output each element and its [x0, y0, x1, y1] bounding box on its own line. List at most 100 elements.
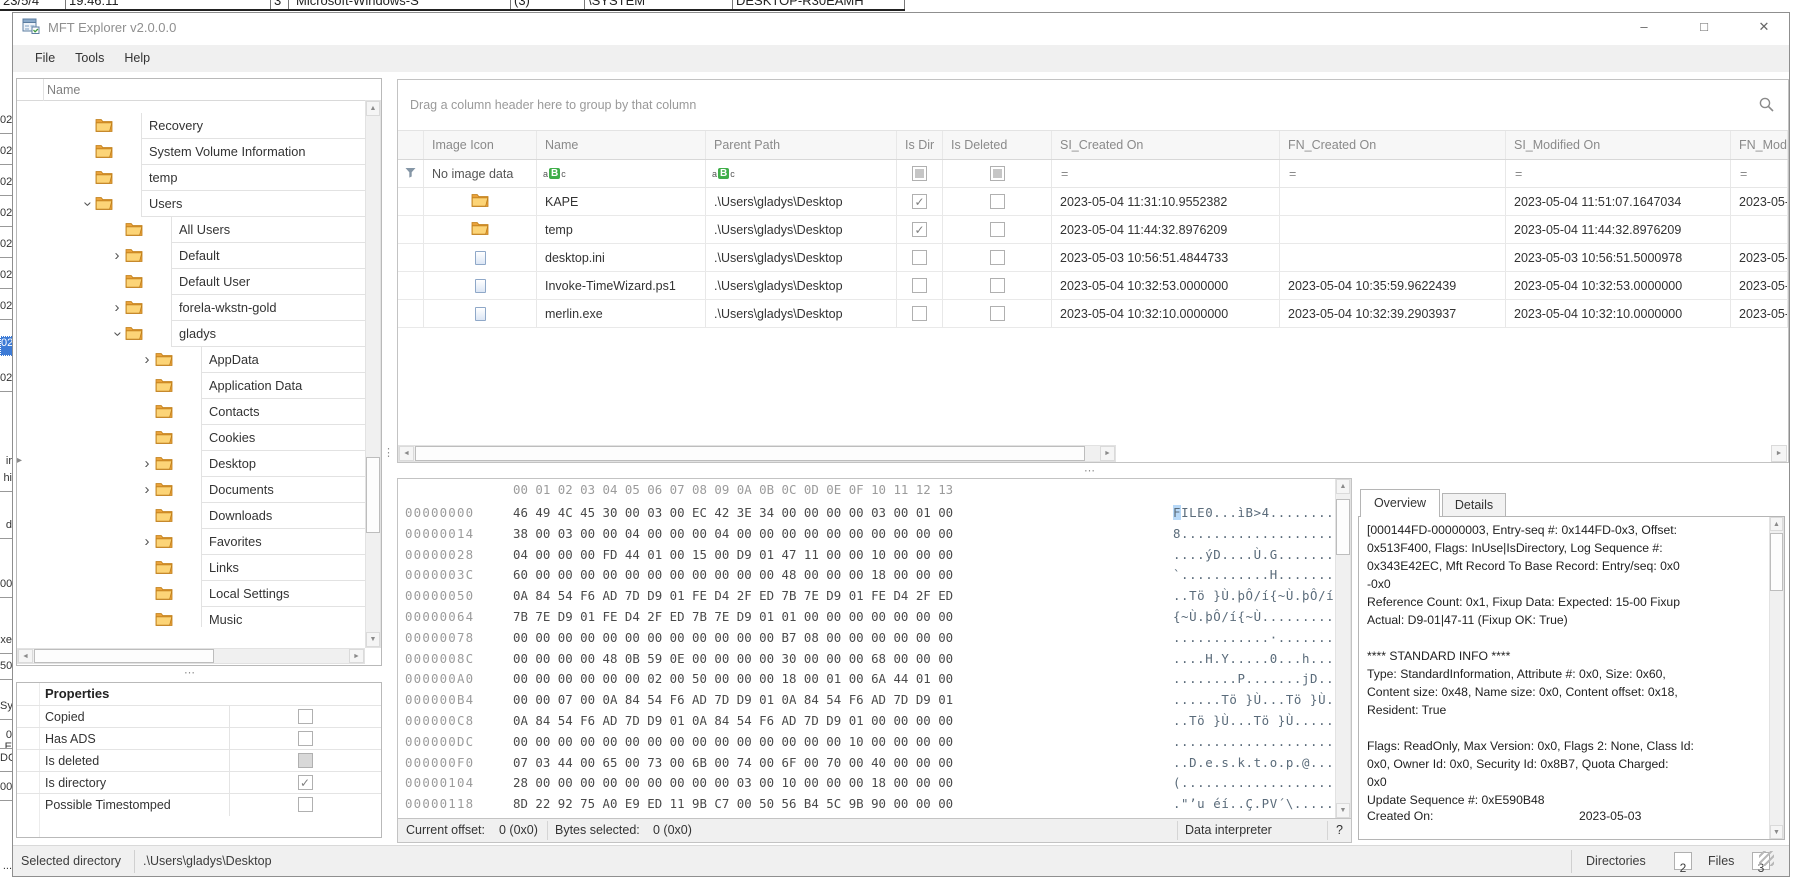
tree-item-recovery[interactable]: Recovery: [18, 113, 366, 139]
filter-image-icon[interactable]: No image data: [424, 160, 537, 187]
filter-equals-cell[interactable]: =: [1280, 160, 1506, 187]
help-icon[interactable]: ?: [1336, 819, 1343, 842]
hex-row[interactable]: 00000118 8D 22 92 75 A0 E9 ED 11 9B C7 00…: [398, 794, 1333, 815]
scroll-up-icon[interactable]: ▲: [1770, 517, 1783, 531]
scroll-right-icon[interactable]: ►: [349, 649, 364, 663]
chevron-right-icon[interactable]: ›: [139, 352, 155, 368]
maximize-button[interactable]: □: [1681, 14, 1727, 40]
resize-grip[interactable]: [1759, 851, 1774, 866]
grid-row-merlin-exe[interactable]: merlin.exe .\Users\gladys\Desktop 2023-05-…: [398, 300, 1788, 328]
tree-column-header[interactable]: Name: [17, 79, 381, 101]
column-header-fn-modified-on[interactable]: FN_Modified On: [1731, 131, 1788, 159]
chevron-right-icon[interactable]: ›: [139, 534, 155, 550]
chevron-right-icon[interactable]: ›: [139, 456, 155, 472]
filter-checkbox-cell[interactable]: [943, 160, 1052, 187]
grid-row-kape[interactable]: KAPE .\Users\gladys\Desktop ✓ 2023-05-04 11…: [398, 188, 1788, 216]
tree-item-gladys[interactable]: › gladys: [18, 321, 366, 347]
tree-props-splitter[interactable]: ⋯: [150, 666, 230, 679]
scroll-down-icon[interactable]: ▼: [366, 632, 380, 647]
minimize-button[interactable]: –: [1621, 14, 1667, 40]
filter-icon-cell[interactable]: [398, 160, 424, 187]
hex-row[interactable]: 000000C8 0A 84 54 F6 AD 7D D9 01 0A 84 54…: [398, 711, 1333, 732]
scroll-right-icon[interactable]: ►: [1100, 446, 1115, 461]
hex-row[interactable]: 0000008C 00 00 00 00 48 0B 59 0E 00 00 00…: [398, 649, 1333, 670]
vertical-splitter[interactable]: ⋮: [383, 446, 395, 459]
tab-overview[interactable]: Overview: [1360, 489, 1440, 517]
hex-row[interactable]: 0000003C 60 00 00 00 00 00 00 00 00 00 00…: [398, 565, 1333, 586]
tree-item-cookies[interactable]: Cookies: [18, 425, 366, 451]
column-header-parent-path[interactable]: Parent Path: [706, 131, 897, 159]
hex-row[interactable]: 00000064 7B 7E D9 01 FE D4 2F ED 7B 7E D9…: [398, 607, 1333, 628]
tree-item-downloads[interactable]: Downloads: [18, 503, 366, 529]
hex-vscroll-thumb[interactable]: [1336, 499, 1350, 555]
tree-item-forela-wkstn-gold[interactable]: › forela-wkstn-gold: [18, 295, 366, 321]
column-header-image-icon[interactable]: Image Icon: [424, 131, 537, 159]
overview-vscroll-thumb[interactable]: [1770, 533, 1783, 591]
hex-row[interactable]: 000000F0 07 03 44 00 65 00 73 00 6B 00 74…: [398, 753, 1333, 774]
hex-row[interactable]: 00000000 46 49 4C 45 30 00 03 00 EC 42 3E…: [398, 503, 1333, 524]
chevron-right-icon[interactable]: ›: [139, 482, 155, 498]
tab-details[interactable]: Details: [1442, 493, 1506, 517]
filter-text-cell[interactable]: aBc: [537, 160, 706, 187]
grid-horizontal-scrollbar[interactable]: ◄ ►: [398, 445, 1116, 462]
hex-row[interactable]: 00000078 00 00 00 00 00 00 00 00 00 00 00…: [398, 628, 1333, 649]
tree-vertical-scrollbar[interactable]: ▲ ▼: [365, 100, 381, 648]
tree-item-default-user[interactable]: Default User: [18, 269, 366, 295]
close-button[interactable]: ✕: [1741, 14, 1787, 40]
scroll-right-icon[interactable]: ►: [1771, 445, 1787, 462]
tree-item-appdata[interactable]: › AppData: [18, 347, 366, 373]
hex-row[interactable]: 000000A0 00 00 00 00 00 00 02 00 50 00 00…: [398, 669, 1333, 690]
group-by-bar[interactable]: Drag a column header here to group by th…: [398, 80, 1788, 130]
column-header-si-created-on[interactable]: SI_Created On: [1052, 131, 1280, 159]
grid-hscroll-thumb[interactable]: [415, 446, 1085, 461]
hex-vertical-scrollbar[interactable]: ▲ ▼: [1335, 479, 1351, 818]
filter-equals-cell[interactable]: =: [1731, 160, 1788, 187]
hex-row[interactable]: 00000028 04 00 00 00 FD 44 01 00 15 00 D9…: [398, 545, 1333, 566]
filter-text-cell[interactable]: aBc: [706, 160, 897, 187]
tree-item-all-users[interactable]: All Users: [18, 217, 366, 243]
column-header-fn-created-on[interactable]: FN_Created On: [1280, 131, 1506, 159]
scroll-left-icon[interactable]: ◄: [399, 446, 414, 461]
tree-item-desktop[interactable]: › Desktop: [18, 451, 366, 477]
column-header-si-modified-on[interactable]: SI_Modified On: [1506, 131, 1731, 159]
chevron-down-icon[interactable]: ›: [109, 326, 126, 342]
tree-item-default[interactable]: › Default: [18, 243, 366, 269]
column-header-is-deleted[interactable]: Is Deleted: [943, 131, 1052, 159]
tree-vscroll-thumb[interactable]: [366, 457, 380, 533]
tree-horizontal-scrollbar[interactable]: ◄ ►: [17, 648, 365, 664]
hex-row[interactable]: 00000050 0A 84 54 F6 AD 7D D9 01 FE D4 2F…: [398, 586, 1333, 607]
chevron-right-icon[interactable]: ›: [109, 248, 125, 264]
tree-item-music[interactable]: Music: [18, 607, 366, 627]
tree-item-contacts[interactable]: Contacts: [18, 399, 366, 425]
hex-row[interactable]: 000000B4 00 00 07 00 0A 84 54 F6 AD 7D D9…: [398, 690, 1333, 711]
column-header-name[interactable]: Name: [537, 131, 706, 159]
tree-item-temp[interactable]: temp: [18, 165, 366, 191]
scroll-down-icon[interactable]: ▼: [1336, 803, 1350, 818]
menu-item-help[interactable]: Help: [114, 45, 160, 72]
tree-item-system-volume-information[interactable]: System Volume Information: [18, 139, 366, 165]
tree-item-documents[interactable]: › Documents: [18, 477, 366, 503]
tree-item-links[interactable]: Links: [18, 555, 366, 581]
tree-item-favorites[interactable]: › Favorites: [18, 529, 366, 555]
scroll-up-icon[interactable]: ▲: [1336, 479, 1350, 494]
hex-row[interactable]: 00000014 38 00 03 00 00 04 00 00 00 04 00…: [398, 524, 1333, 545]
chevron-right-icon[interactable]: ›: [109, 300, 125, 316]
menu-item-tools[interactable]: Tools: [65, 45, 114, 72]
filter-equals-cell[interactable]: =: [1506, 160, 1731, 187]
grid-row-desktop-ini[interactable]: desktop.ini .\Users\gladys\Desktop 2023-05…: [398, 244, 1788, 272]
scroll-left-icon[interactable]: ◄: [18, 649, 33, 663]
filter-equals-cell[interactable]: =: [1052, 160, 1280, 187]
tree-item-application-data[interactable]: Application Data: [18, 373, 366, 399]
tree-item-local-settings[interactable]: Local Settings: [18, 581, 366, 607]
grid-row-temp[interactable]: temp .\Users\gladys\Desktop ✓ 2023-05-04 11…: [398, 216, 1788, 244]
search-icon[interactable]: [1758, 96, 1775, 116]
scroll-up-icon[interactable]: ▲: [366, 101, 380, 116]
column-header-is-dir[interactable]: Is Dir: [897, 131, 943, 159]
tree-item-users[interactable]: › Users: [18, 191, 366, 217]
hex-row[interactable]: 000000DC 00 00 00 00 00 00 00 00 00 00 00…: [398, 732, 1333, 753]
overview-vertical-scrollbar[interactable]: ▲ ▼: [1769, 517, 1784, 839]
filter-checkbox-cell[interactable]: [897, 160, 943, 187]
grid-hex-splitter[interactable]: ⋯: [1060, 464, 1120, 477]
menu-item-file[interactable]: File: [25, 45, 65, 72]
panel-collapse-icon[interactable]: ▸: [17, 455, 22, 466]
